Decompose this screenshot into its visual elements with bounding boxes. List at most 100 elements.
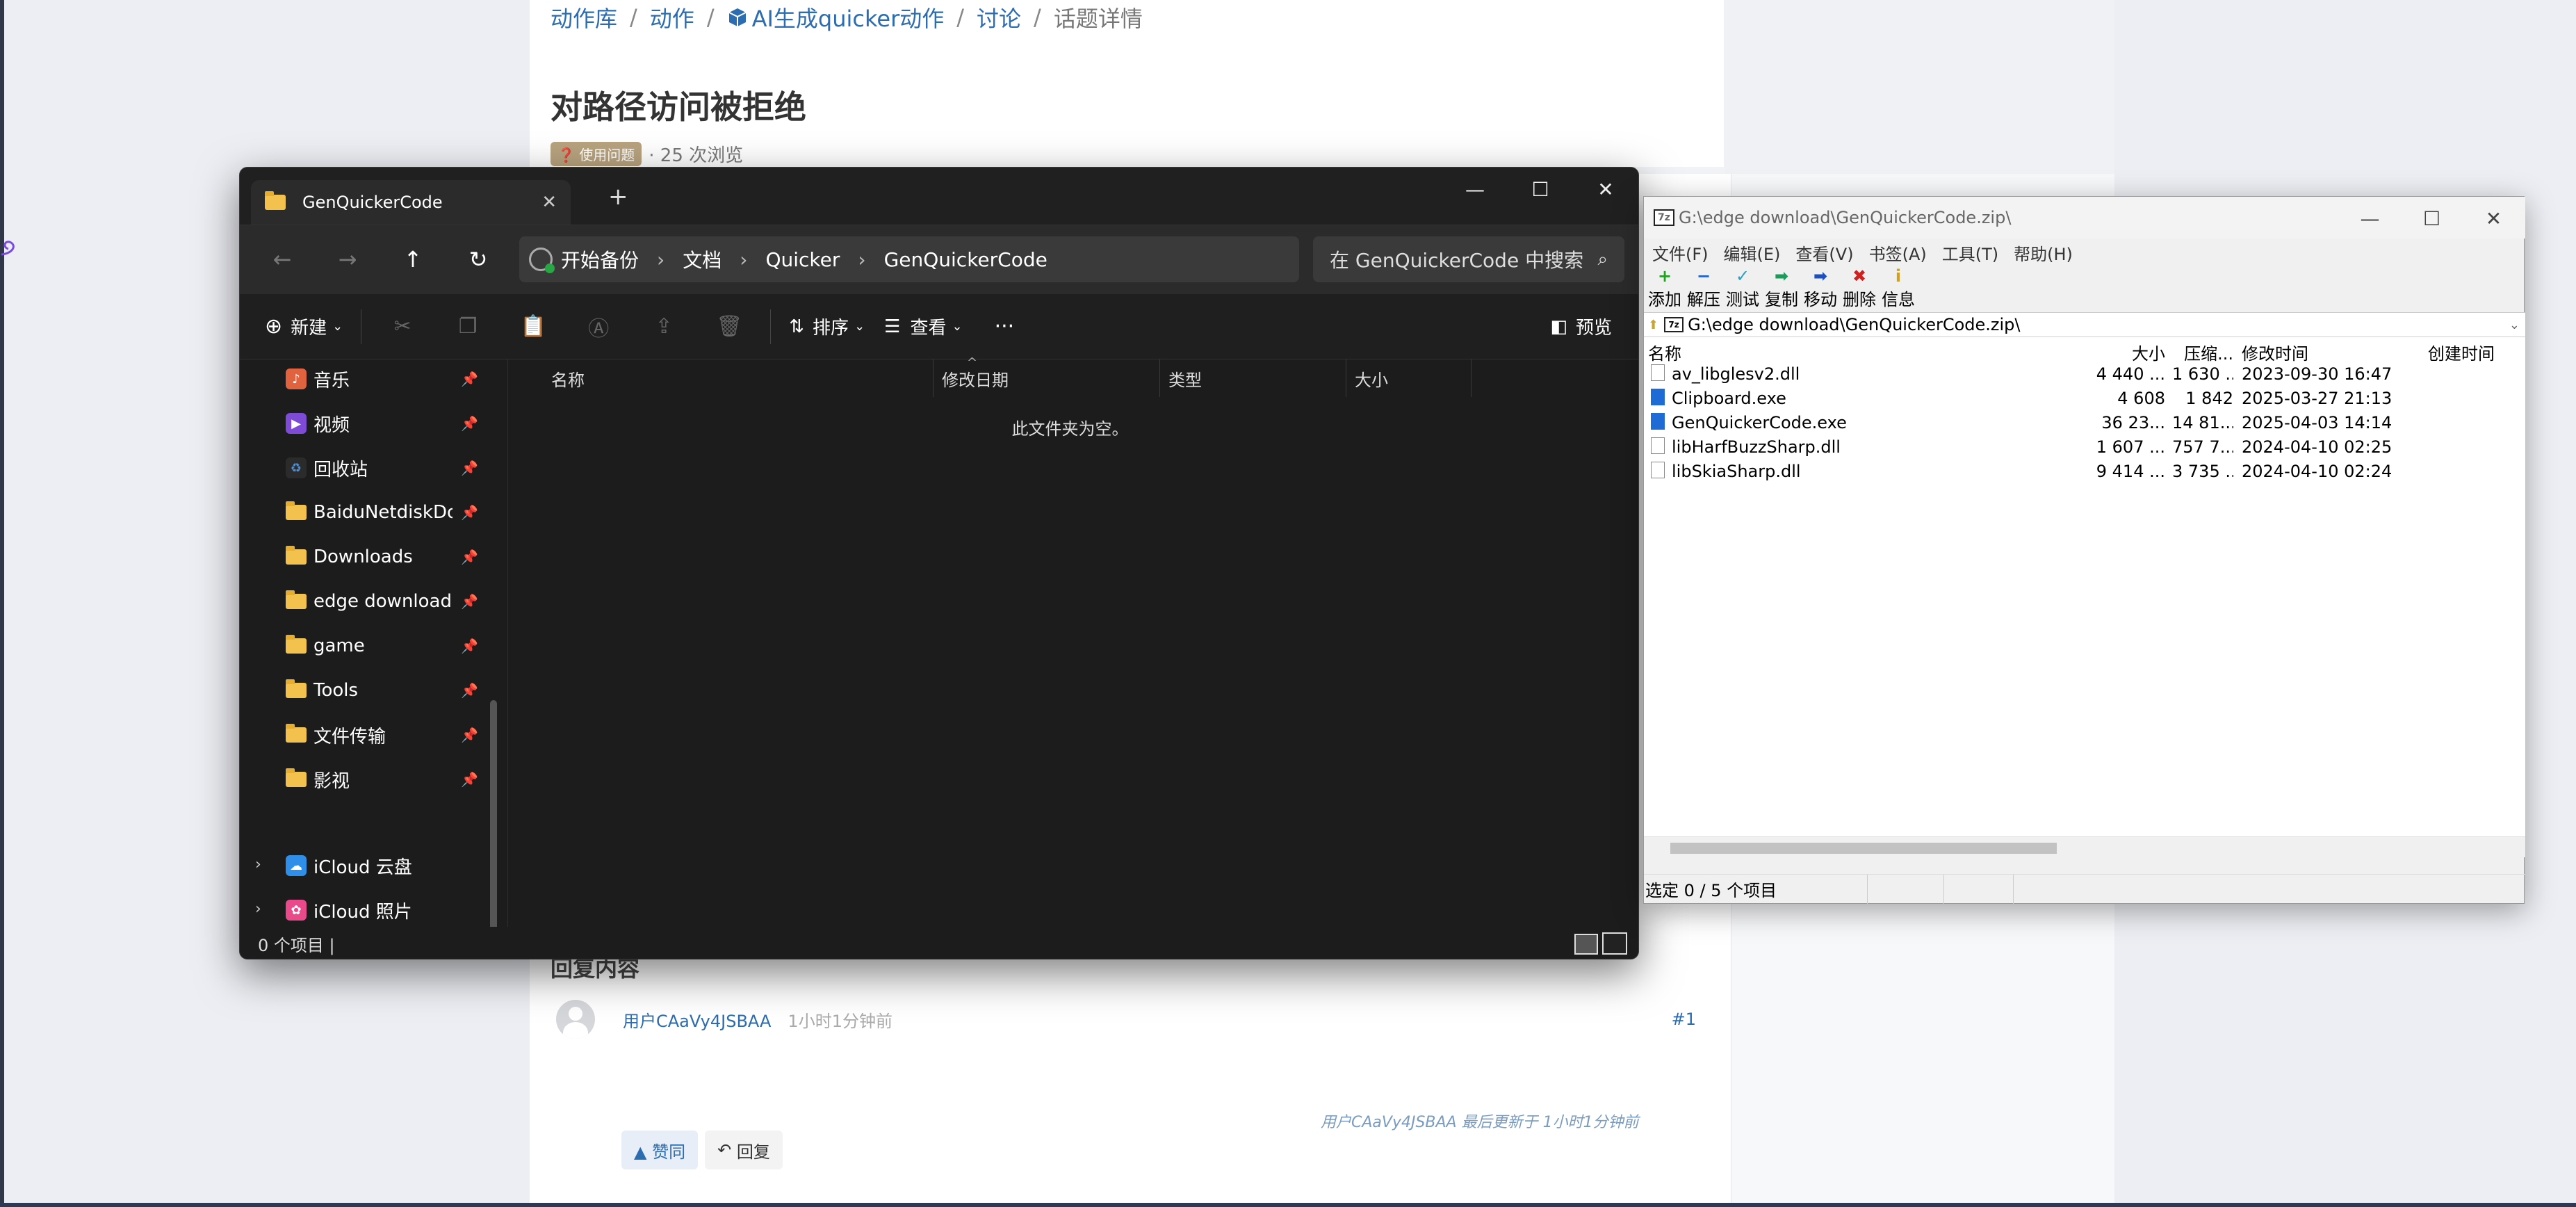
maximize-button[interactable]: ☐ xyxy=(2401,197,2463,240)
address-bar[interactable]: ⬆ 7z G:\edge download\GenQuickerCode.zip… xyxy=(1644,312,2525,337)
pin-icon[interactable]: 📌 xyxy=(461,638,478,654)
address-segment[interactable]: Quicker xyxy=(765,248,840,271)
pin-icon[interactable]: 📌 xyxy=(461,371,478,387)
rename-icon[interactable]: Ⓐ xyxy=(566,306,631,348)
sidebar-item-file-transfer[interactable]: 文件传输 xyxy=(286,721,453,749)
menu-bookmarks[interactable]: 书签(A) xyxy=(1869,241,1927,265)
maximize-button[interactable]: ☐ xyxy=(1508,168,1573,211)
sidebar-item-downloads[interactable]: Downloads xyxy=(286,543,453,571)
pin-icon[interactable]: 📌 xyxy=(461,593,478,610)
like-button[interactable]: ▲ 赞同 xyxy=(621,1131,699,1169)
table-row[interactable]: av_libglesv2.dll 4 440 ... 1 630 ... 202… xyxy=(1644,362,2525,386)
test-button[interactable]: ✓ 测试 xyxy=(1725,266,1761,312)
column-header-name[interactable]: 名称 xyxy=(1648,340,1681,364)
pin-icon[interactable]: 📌 xyxy=(461,504,478,521)
column-header-type[interactable]: 类型 xyxy=(1160,359,1346,397)
pin-icon[interactable]: 📌 xyxy=(461,415,478,432)
pin-icon[interactable]: 📌 xyxy=(461,727,478,743)
avatar[interactable] xyxy=(556,1000,595,1039)
sidebar-item-edge-download[interactable]: edge download xyxy=(286,588,453,615)
up-arrow-icon[interactable]: ↑ xyxy=(396,242,430,277)
sidebar-item-game[interactable]: game xyxy=(286,632,453,660)
reply-username[interactable]: 用户CAaVy4JSBAA xyxy=(623,1007,771,1032)
category-badge[interactable]: ❓ 使用问题 xyxy=(551,141,642,166)
reply-button[interactable]: ↶ 回复 xyxy=(705,1131,783,1169)
minimize-button[interactable]: — xyxy=(1442,168,1508,211)
chevron-right-icon[interactable]: › xyxy=(255,856,261,873)
chevron-right-icon[interactable]: › xyxy=(858,248,865,271)
column-header-name[interactable]: 名称 xyxy=(543,359,934,397)
paste-icon[interactable]: 📋 xyxy=(500,306,566,348)
delete-icon[interactable]: 🗑 xyxy=(696,306,762,348)
tiles-view-icon[interactable] xyxy=(1602,932,1627,955)
close-window-button[interactable]: ✕ xyxy=(1573,168,1638,211)
new-button[interactable]: ⊕ 新建 ⌄ xyxy=(255,306,352,348)
pin-icon[interactable]: 📌 xyxy=(461,771,478,788)
copy-button[interactable]: ➡ 复制 xyxy=(1763,266,1800,312)
explorer-tab[interactable]: GenQuickerCode ✕ xyxy=(251,180,571,225)
sidebar-scrollbar[interactable] xyxy=(490,700,497,927)
sidebar-item-icloud-drive[interactable]: ☁ iCloud 云盘 xyxy=(286,852,453,880)
sort-button[interactable]: ⇅ 排序 ⌄ xyxy=(779,306,874,348)
search-icon[interactable]: ⌕ xyxy=(1597,249,1608,270)
scrollbar-thumb[interactable] xyxy=(1670,843,2057,854)
menu-tools[interactable]: 工具(T) xyxy=(1942,241,1998,265)
breadcrumb-action-library[interactable]: 动作库 xyxy=(551,1,617,33)
delete-button[interactable]: ✖ 删除 xyxy=(1841,266,1877,312)
new-tab-button[interactable]: + xyxy=(608,183,628,211)
table-row[interactable]: libHarfBuzzSharp.dll 1 607 ... 757 7... … xyxy=(1644,435,2525,459)
pin-icon[interactable]: 📌 xyxy=(461,460,478,476)
sidebar-item-icloud-photos[interactable]: ✿ iCloud 照片 xyxy=(286,896,453,924)
reply-index-link[interactable]: #1 xyxy=(1672,1010,1696,1029)
column-header-created[interactable]: 创建时间 xyxy=(2428,340,2495,364)
cut-icon[interactable]: ✂ xyxy=(370,306,435,348)
chevron-right-icon[interactable]: › xyxy=(657,248,665,271)
close-tab-icon[interactable]: ✕ xyxy=(541,192,557,213)
refresh-icon[interactable]: ↻ xyxy=(461,242,496,277)
column-header-size[interactable]: 大小 xyxy=(2089,340,2165,364)
chevron-right-icon[interactable]: › xyxy=(255,900,261,918)
address-bar[interactable]: 开始备份 › 文档 › Quicker › GenQuickerCode xyxy=(519,236,1299,282)
folder-up-icon[interactable]: ⬆ xyxy=(1648,318,1658,332)
address-segment[interactable]: 开始备份 xyxy=(561,245,639,273)
sidebar-item-music[interactable]: ♪ 音乐 xyxy=(286,365,453,393)
preview-pane-button[interactable]: ◧ 预览 xyxy=(1540,306,1622,348)
breadcrumb-discussion[interactable]: 讨论 xyxy=(977,1,1021,33)
table-row[interactable]: GenQuickerCode.exe 36 23... 14 81... 202… xyxy=(1644,410,2525,435)
sidebar-item-movies[interactable]: 影视 xyxy=(286,765,453,793)
back-arrow-icon[interactable]: ← xyxy=(265,242,300,277)
sidebar-item-tools[interactable]: Tools xyxy=(286,677,453,704)
chevron-down-icon[interactable]: ⌄ xyxy=(2509,318,2520,332)
move-button[interactable]: ➡ 移动 xyxy=(1802,266,1839,312)
pin-icon[interactable]: 📌 xyxy=(461,549,478,565)
copy-icon[interactable]: ❐ xyxy=(435,306,500,348)
sidebar-item-video[interactable]: ▶ 视频 xyxy=(286,410,453,437)
breadcrumb-ai-action[interactable]: AI生成quicker动作 xyxy=(752,1,945,33)
minimize-button[interactable]: — xyxy=(2339,197,2401,240)
sidebar-item-recycle-bin[interactable]: ♻ 回收站 xyxy=(286,454,453,482)
info-button[interactable]: i 信息 xyxy=(1880,266,1916,312)
column-header-packed[interactable]: 压缩... xyxy=(2172,340,2233,364)
column-header-modified[interactable]: 修改时间 xyxy=(2242,340,2308,364)
add-button[interactable]: + 添加 xyxy=(1647,266,1683,312)
menu-help[interactable]: 帮助(H) xyxy=(2014,241,2073,265)
menu-view[interactable]: 查看(V) xyxy=(1795,241,1853,265)
address-segment[interactable]: 文档 xyxy=(683,245,722,273)
address-segment[interactable]: GenQuickerCode xyxy=(884,248,1047,271)
table-row[interactable]: Clipboard.exe 4 608 1 842 2025-03-27 21:… xyxy=(1644,386,2525,410)
menu-edit[interactable]: 编辑(E) xyxy=(1724,241,1781,265)
details-view-icon[interactable] xyxy=(1574,934,1598,955)
horizontal-scrollbar[interactable] xyxy=(1644,836,2525,857)
forward-arrow-icon[interactable]: → xyxy=(330,242,365,277)
pin-icon[interactable]: 📌 xyxy=(461,682,478,699)
extract-button[interactable]: − 解压 xyxy=(1686,266,1722,312)
search-input[interactable]: 在 GenQuickerCode 中搜索 ⌕ xyxy=(1313,236,1624,282)
more-options-button[interactable]: ··· xyxy=(985,306,1025,348)
breadcrumb-actions[interactable]: 动作 xyxy=(650,1,694,33)
sidebar-item-baidunetdisk[interactable]: BaiduNetdiskDownload xyxy=(286,499,453,526)
share-icon[interactable]: ⇪ xyxy=(631,306,696,348)
table-row[interactable]: libSkiaSharp.dll 9 414 ... 3 735 ... 202… xyxy=(1644,459,2525,483)
chevron-right-icon[interactable]: › xyxy=(740,248,747,271)
view-button[interactable]: ☰ 查看 ⌄ xyxy=(874,306,972,348)
column-header-size[interactable]: 大小 xyxy=(1346,359,1472,397)
